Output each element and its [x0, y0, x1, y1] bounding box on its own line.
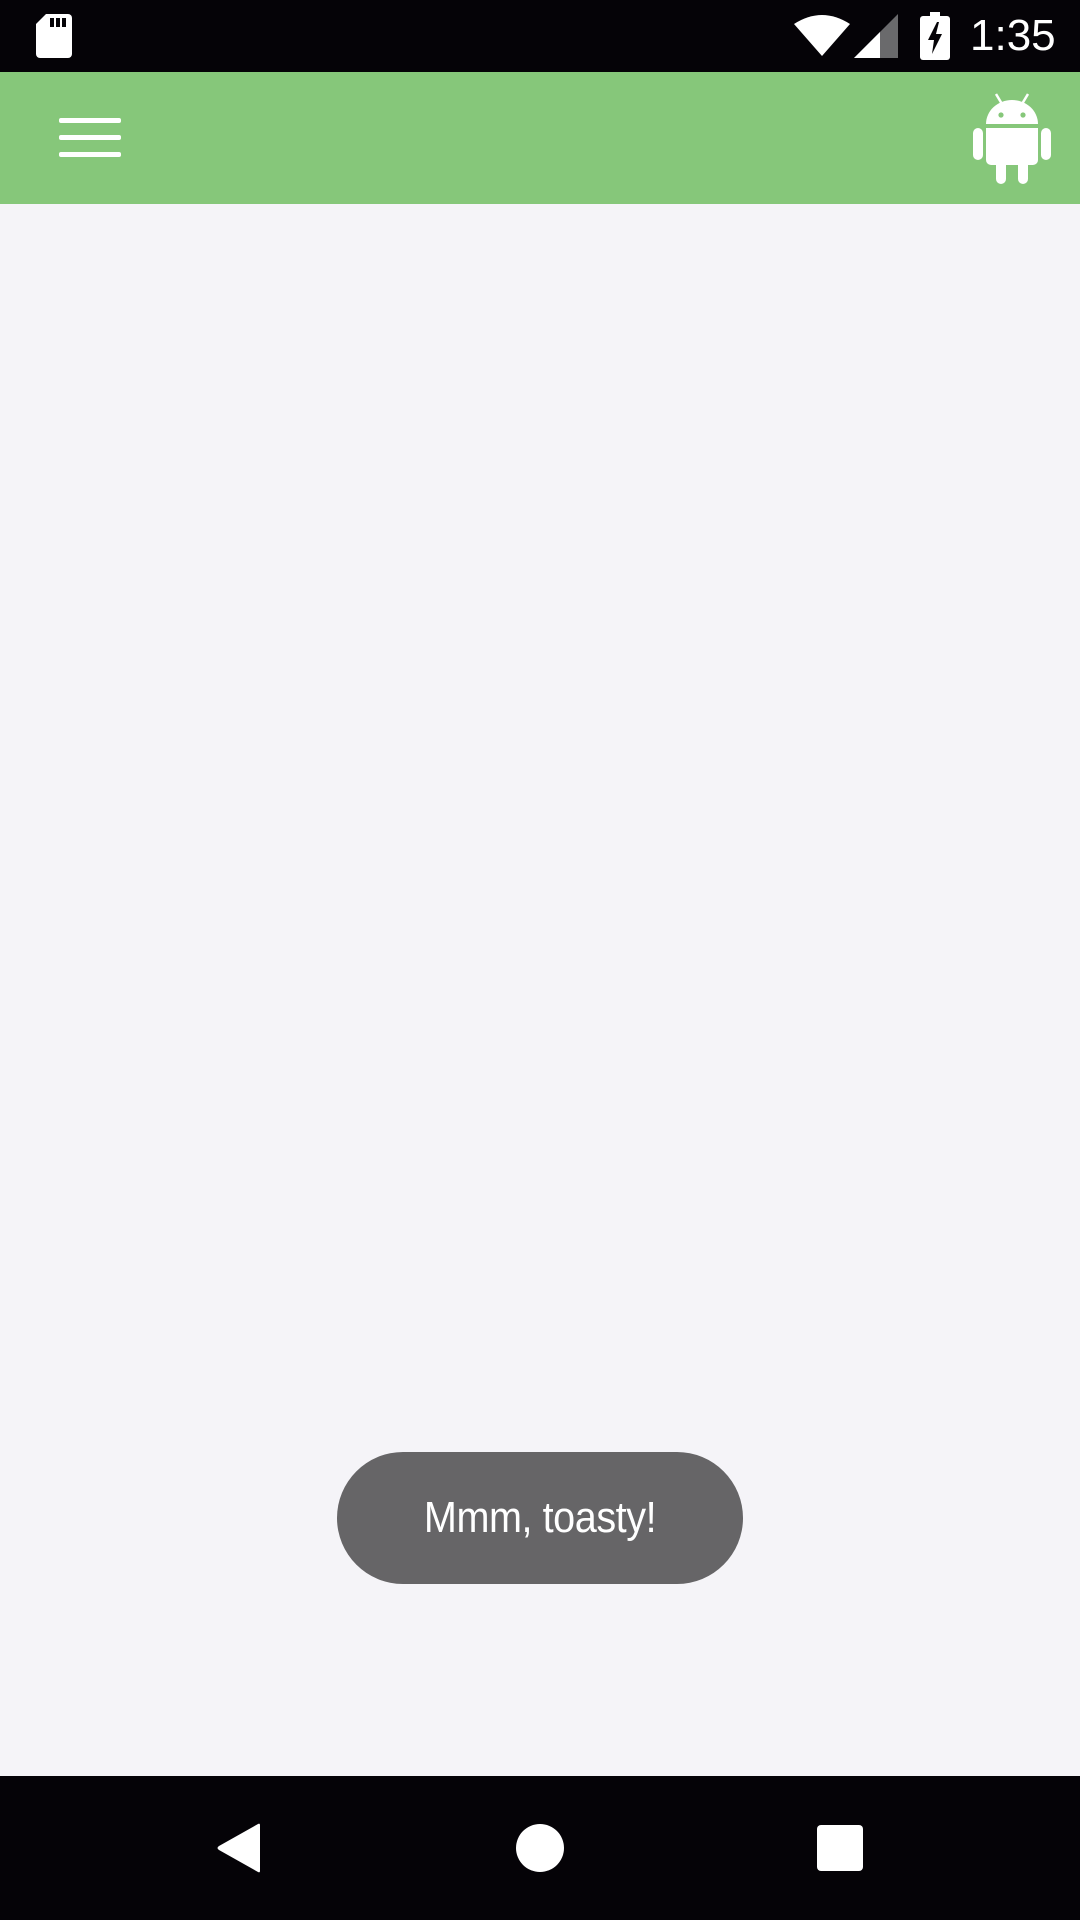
system-navigation-bar — [0, 1776, 1080, 1920]
status-clock: 1:35 — [970, 11, 1056, 60]
back-button[interactable] — [190, 1798, 290, 1898]
recents-button[interactable] — [790, 1798, 890, 1898]
recents-icon — [817, 1825, 863, 1871]
toast-message: Mmm, toasty! — [337, 1452, 743, 1584]
back-icon — [217, 1823, 260, 1873]
wifi-icon — [794, 15, 850, 56]
status-bar: 1:35 — [0, 0, 1080, 72]
cellular-signal-icon — [854, 14, 898, 58]
sd-card-icon — [36, 14, 72, 58]
battery-charging-icon — [920, 12, 950, 60]
app-toolbar — [0, 72, 1080, 204]
phone-screen: 1:35 Mmm, toasty! — [0, 0, 1080, 1920]
toast-text: Mmm, toasty! — [423, 1493, 657, 1542]
hamburger-menu-icon — [59, 118, 121, 157]
home-button[interactable] — [490, 1798, 590, 1898]
navigation-menu-button[interactable] — [46, 100, 134, 176]
home-icon — [516, 1824, 564, 1872]
android-robot-icon[interactable] — [972, 92, 1052, 184]
